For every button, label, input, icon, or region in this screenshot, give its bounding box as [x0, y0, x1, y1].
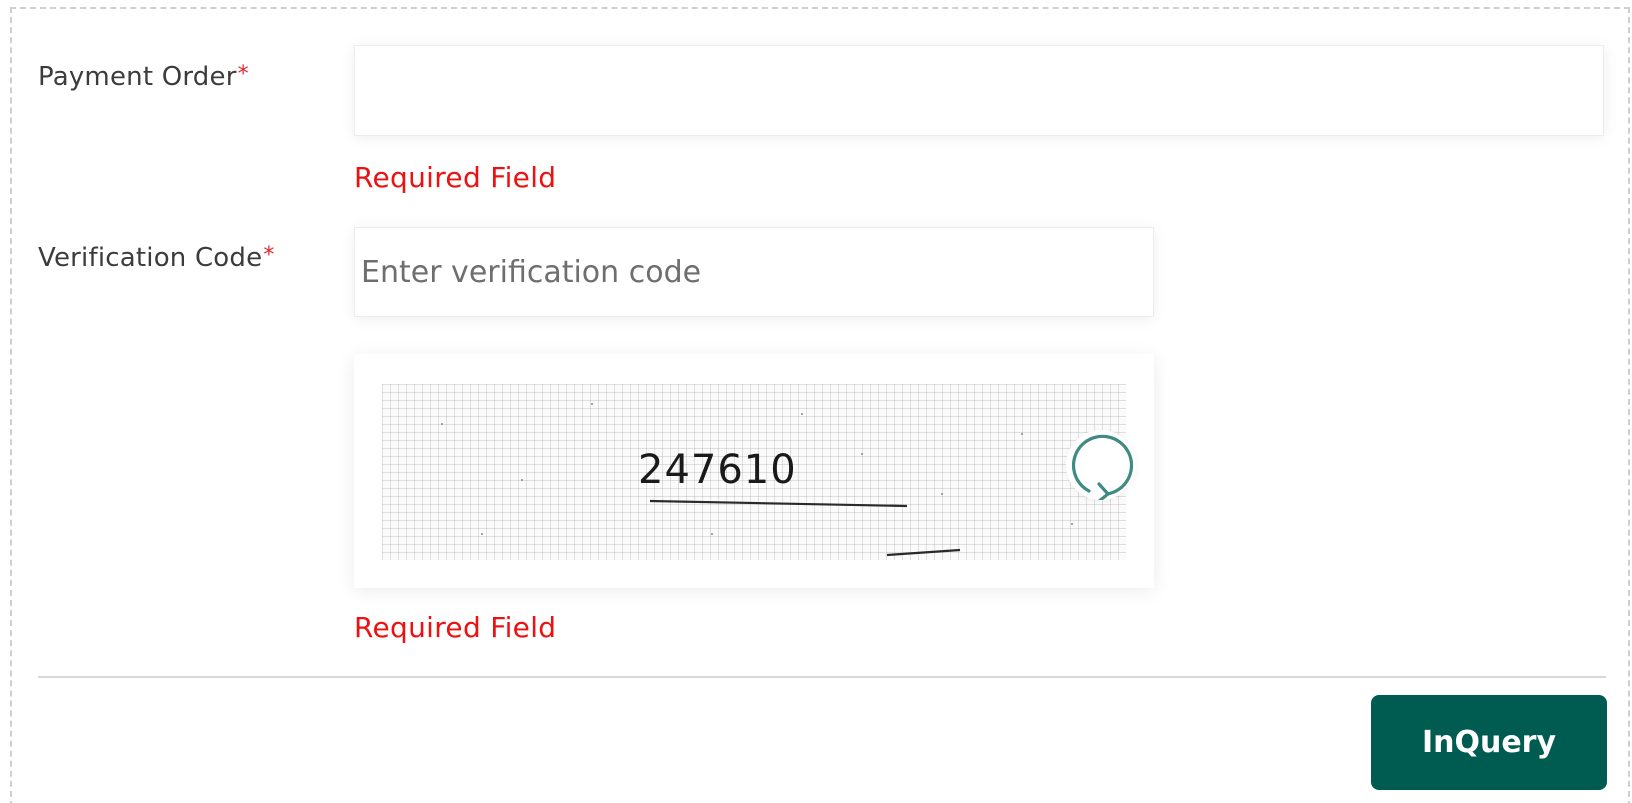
- verification-code-input[interactable]: [354, 227, 1154, 317]
- divider: [38, 676, 1606, 678]
- verification-code-error: Required Field: [354, 611, 557, 644]
- captcha-card: 247610: [354, 354, 1154, 588]
- payment-order-label: Payment Order*: [38, 62, 249, 92]
- verification-code-label: Verification Code*: [38, 243, 275, 273]
- payment-order-label-text: Payment Order: [38, 62, 237, 92]
- inquery-button[interactable]: InQuery: [1371, 695, 1607, 790]
- required-asterisk: *: [263, 243, 275, 268]
- payment-order-input[interactable]: [354, 45, 1604, 136]
- required-asterisk: *: [237, 62, 249, 87]
- captcha-text: 247610: [638, 447, 797, 493]
- captcha-refresh-button[interactable]: [1066, 430, 1136, 504]
- captcha-image: 247610: [382, 384, 1126, 560]
- refresh-icon: [1071, 434, 1134, 504]
- payment-order-error: Required Field: [354, 161, 557, 194]
- verification-code-label-text: Verification Code: [38, 243, 263, 273]
